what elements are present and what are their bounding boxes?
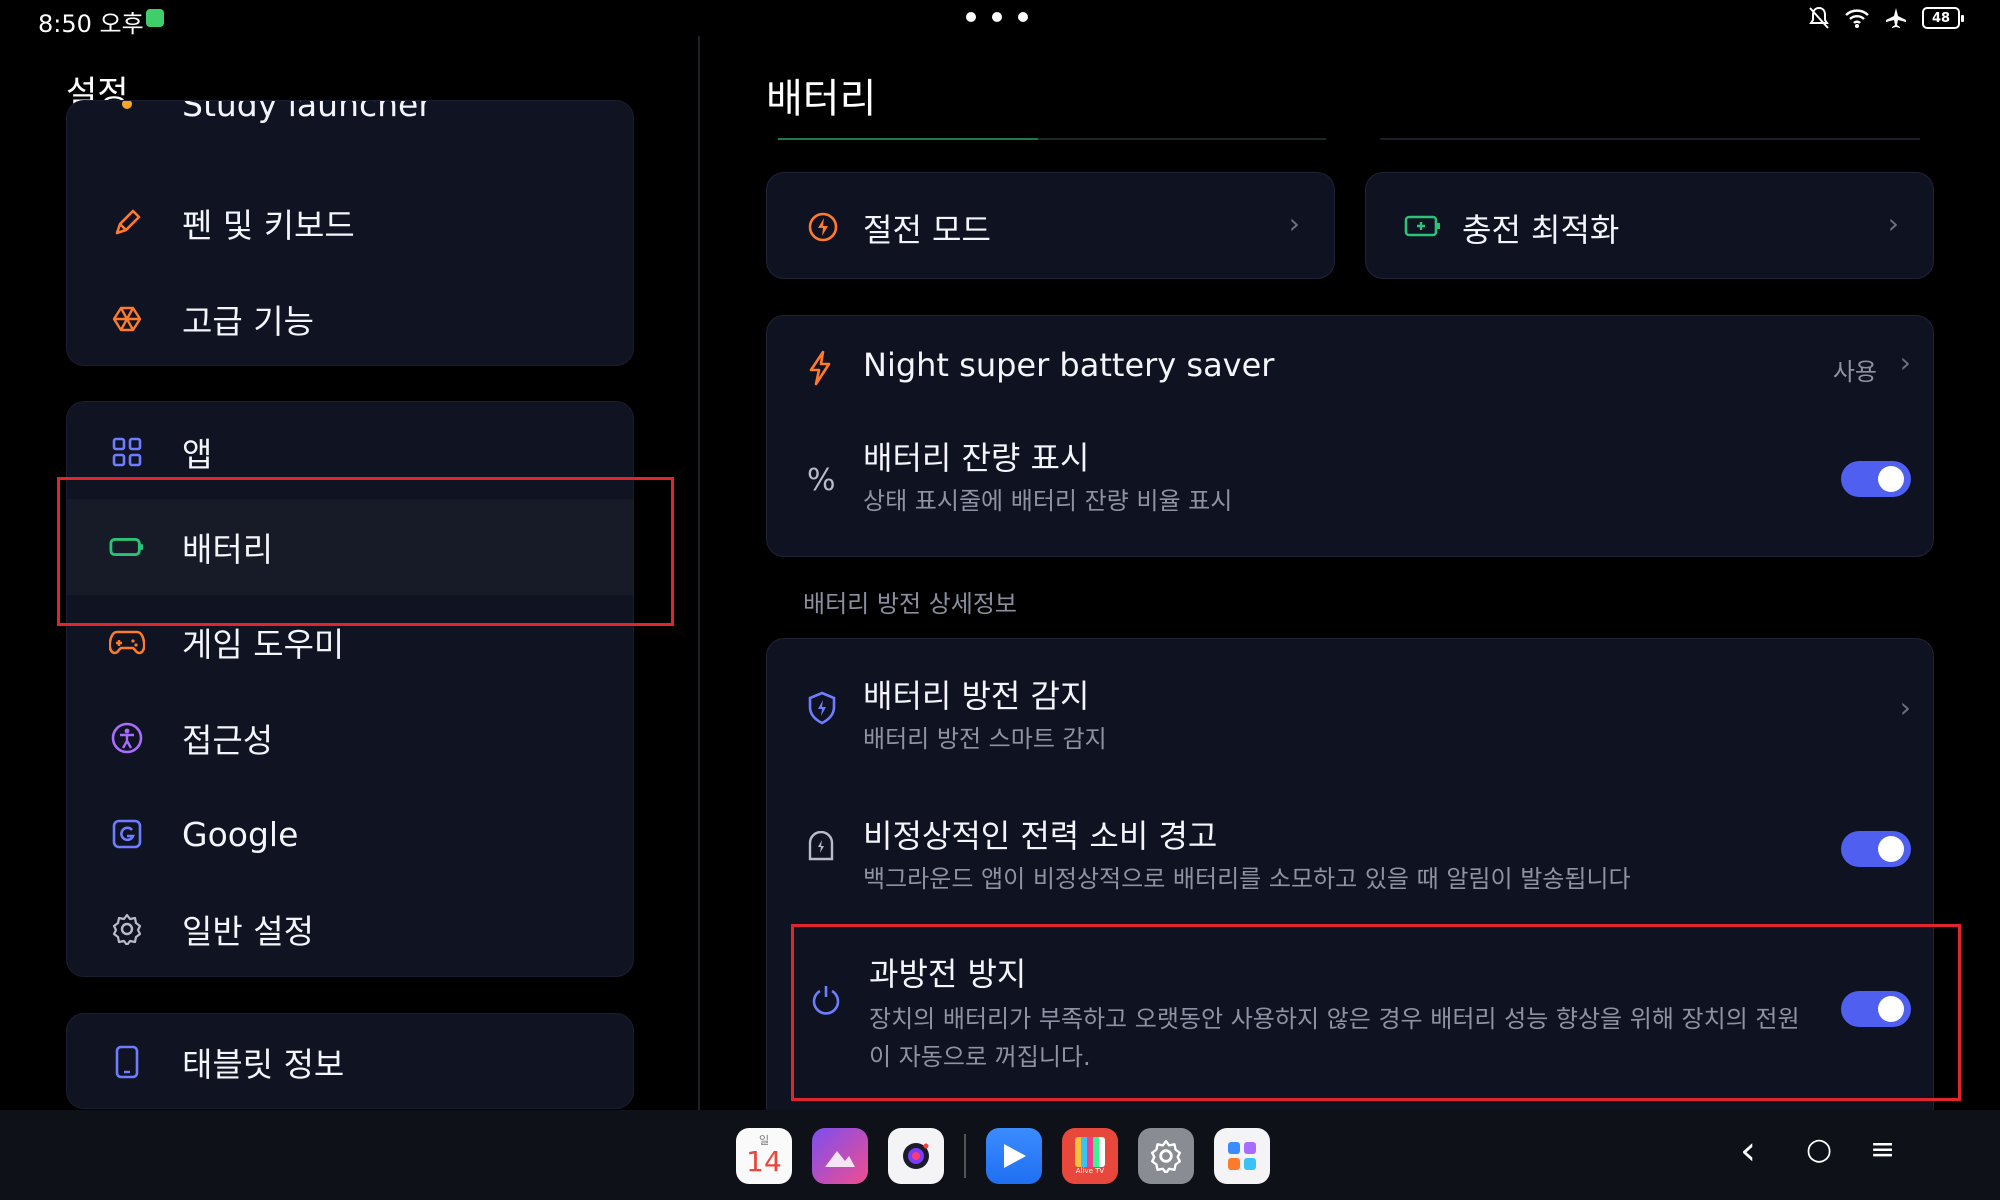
gallery-app-icon[interactable] <box>812 1128 868 1184</box>
camera-app-icon[interactable] <box>888 1128 944 1184</box>
home-button[interactable]: ○ <box>1806 1132 1832 1167</box>
drain-detection-row[interactable]: 배터리 방전 감지 배터리 방전 스마트 감지 › <box>767 639 1933 779</box>
drain-detection-subtitle: 배터리 방전 스마트 감지 <box>863 725 1107 753</box>
gamepad-icon <box>109 624 145 660</box>
sidebar-item-advanced-features[interactable]: 고급 기능 <box>67 271 633 365</box>
usage-graph-edge-accent <box>778 138 1038 140</box>
airplane-icon <box>1886 8 1906 28</box>
security-shield-icon <box>146 9 164 27</box>
power-saving-label: 절전 모드 <box>863 211 991 249</box>
sidebar-item-label: 접근성 <box>182 721 274 760</box>
pen-icon <box>109 205 145 241</box>
abnormal-power-title: 비정상적인 전력 소비 경고 <box>863 817 1218 855</box>
lightning-icon <box>809 350 831 386</box>
sidebar-item-label: Google <box>182 814 299 854</box>
battery-percentage-row[interactable]: % 배터리 잔량 표시 상태 표시줄에 배터리 잔량 비율 표시 <box>767 421 1933 558</box>
dock: 일 14 Alive TV <box>736 1128 1270 1184</box>
apps-grid-icon <box>109 434 145 470</box>
charging-optimization-label: 충전 최적화 <box>1462 211 1620 249</box>
menu-button[interactable]: ≡ <box>1870 1132 1895 1167</box>
highlight-box-battery <box>57 477 674 626</box>
dock-separator <box>964 1134 966 1178</box>
section-label-drain-details: 배터리 방전 상세정보 <box>803 590 1017 618</box>
sidebar-item-pen-keyboard[interactable]: 펜 및 키보드 <box>67 175 633 271</box>
abnormal-power-toggle[interactable] <box>1841 831 1911 867</box>
page-title: 배터리 <box>766 76 877 122</box>
google-icon <box>109 816 145 852</box>
sidebar-item-tablet-info[interactable]: 태블릿 정보 <box>67 1014 633 1108</box>
battery-percentage-subtitle: 상태 표시줄에 배터리 잔량 비율 표시 <box>863 487 1233 515</box>
sidebar-item-study-launcher[interactable]: Study launcher <box>67 100 633 152</box>
usage-graph-edge-2 <box>1380 138 1920 140</box>
sidebar-item-label: 고급 기능 <box>182 302 314 341</box>
multitask-dots-icon[interactable] <box>966 12 1028 22</box>
drain-detection-title: 배터리 방전 감지 <box>863 677 1090 715</box>
charging-optimization-tile[interactable]: 충전 최적화 › <box>1365 172 1934 279</box>
chevron-right-icon: › <box>1288 207 1300 240</box>
status-bar: 8:50 오후 48 <box>0 0 2000 40</box>
night-super-battery-saver-row[interactable]: Night super battery saver 사용 › <box>767 316 1933 421</box>
warning-tombstone-icon <box>808 831 834 861</box>
alive-tv-label: Alive TV <box>1075 1167 1105 1175</box>
app-drawer-icon[interactable] <box>1214 1128 1270 1184</box>
night-saver-label: Night super battery saver <box>863 346 1275 384</box>
chevron-right-icon: › <box>1899 346 1911 379</box>
calendar-app-icon[interactable]: 일 14 <box>736 1128 792 1184</box>
study-launcher-icon <box>109 101 145 122</box>
calendar-date: 14 <box>746 1145 782 1178</box>
sidebar-item-label: 일반 설정 <box>182 912 314 951</box>
shield-lightning-icon <box>808 691 836 725</box>
highlight-box-overdischarge <box>791 924 1961 1101</box>
settings-group-3: 태블릿 정보 <box>66 1013 634 1109</box>
taskbar: 일 14 Alive TV ‹ ○ ≡ <box>0 1110 2000 1200</box>
pane-divider <box>698 36 700 1111</box>
charging-icon <box>1404 215 1440 237</box>
back-button[interactable]: ‹ <box>1740 1128 1756 1174</box>
sidebar-item-label: Study launcher <box>182 100 432 124</box>
abnormal-power-row[interactable]: 비정상적인 전력 소비 경고 백그라운드 앱이 비정상적으로 배터리를 소모하고… <box>767 779 1933 919</box>
chevron-right-icon: › <box>1899 691 1911 724</box>
percent-icon: % <box>807 463 836 498</box>
settings-group-1: Study launcher 펜 및 키보드 고급 기능 <box>66 100 634 366</box>
sidebar-item-general-settings[interactable]: 일반 설정 <box>67 881 633 976</box>
battery-percentage-title: 배터리 잔량 표시 <box>863 439 1090 477</box>
power-saving-icon <box>808 212 838 242</box>
status-time: 8:50 오후 <box>38 10 144 38</box>
sidebar-item-label: 펜 및 키보드 <box>182 206 355 245</box>
battery-percentage-toggle[interactable] <box>1841 461 1911 497</box>
sidebar-item-accessibility[interactable]: 접근성 <box>67 690 633 786</box>
settings-app-icon[interactable] <box>1138 1128 1194 1184</box>
gear-icon <box>109 911 145 947</box>
accessibility-icon <box>109 720 145 756</box>
abnormal-power-subtitle: 백그라운드 앱이 비정상적으로 배터리를 소모하고 있을 때 알림이 발송됩니다 <box>863 865 1631 893</box>
mute-bell-icon <box>1809 6 1829 29</box>
sidebar-item-label: 앱 <box>182 435 213 474</box>
status-icons: 48 <box>1808 6 1964 30</box>
alive-tv-app-icon[interactable]: Alive TV <box>1062 1128 1118 1184</box>
advanced-features-icon <box>109 301 145 337</box>
video-player-app-icon[interactable] <box>986 1128 1042 1184</box>
night-saver-value: 사용 <box>1832 358 1877 386</box>
chevron-right-icon: › <box>1887 207 1899 240</box>
battery-options-card: Night super battery saver 사용 › % 배터리 잔량 … <box>766 315 1934 557</box>
tablet-icon <box>109 1044 145 1080</box>
battery-status-icon: 48 <box>1922 7 1964 29</box>
power-saving-tile[interactable]: 절전 모드 › <box>766 172 1335 279</box>
sidebar-item-label: 태블릿 정보 <box>182 1045 345 1084</box>
wifi-icon <box>1845 9 1869 28</box>
sidebar-item-google[interactable]: Google <box>67 786 633 882</box>
